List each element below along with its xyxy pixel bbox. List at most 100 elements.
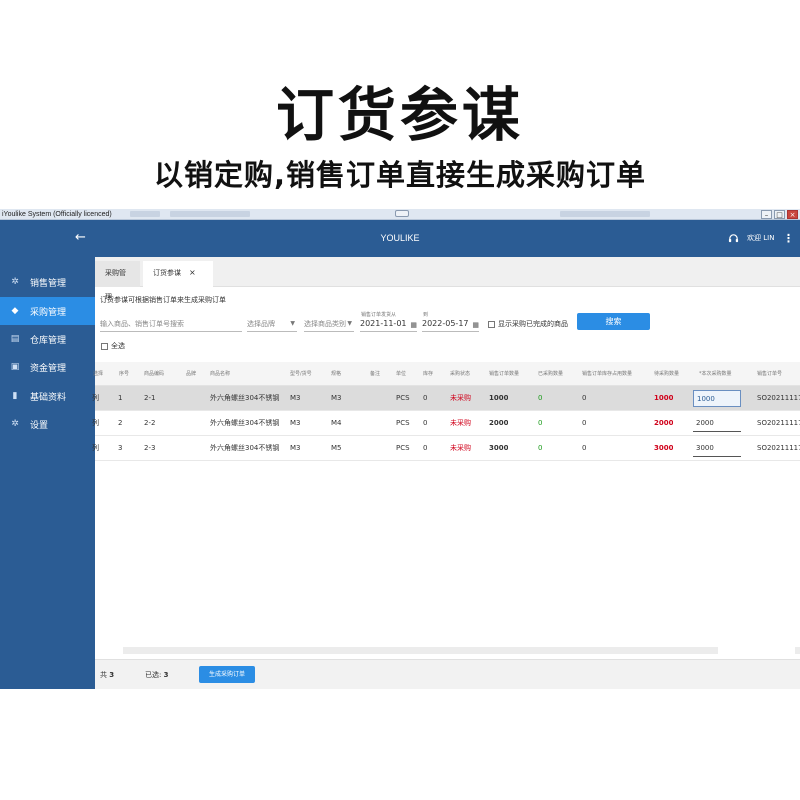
column-header: 选择 bbox=[93, 371, 104, 377]
headset-icon[interactable] bbox=[728, 233, 740, 245]
row-select[interactable]: 列 bbox=[92, 386, 99, 410]
window-titlebar: iYoulike System (Officially licenced) – … bbox=[0, 209, 800, 220]
welcome-user[interactable]: 欢迎 LIN bbox=[747, 220, 774, 257]
restore-icon[interactable] bbox=[395, 210, 409, 217]
close-button[interactable]: × bbox=[787, 210, 798, 219]
purchase-qty-input[interactable]: 3000 bbox=[693, 439, 741, 457]
tab-order-advisor[interactable]: 订货参谋 × bbox=[143, 261, 213, 287]
cell-code: 2-1 bbox=[144, 394, 156, 402]
date-from-input[interactable]: 2021-11-01 ▦ bbox=[360, 317, 417, 332]
titlebar-ghost-tab bbox=[170, 211, 250, 217]
sidebar: ✲ 销售管理 ◆ 采购管理 ▤ 仓库管理 ▣ 资金管理 ▮ 基础资料 ✲ 设置 bbox=[0, 257, 95, 689]
grid-footer: 共 3 已选: 3 生成采购订单 bbox=[95, 659, 800, 689]
cell-no: 2 bbox=[118, 419, 123, 427]
cell-spec: M4 bbox=[331, 419, 342, 427]
cell-reserved: 0 bbox=[582, 419, 587, 427]
cell-pending: 1000 bbox=[654, 394, 674, 402]
column-header: 商品名称 bbox=[210, 371, 231, 377]
row-select[interactable]: 列 bbox=[92, 436, 99, 460]
total-value: 3 bbox=[109, 671, 115, 679]
column-header: 品牌 bbox=[186, 371, 197, 377]
cell-purchased: 0 bbox=[538, 419, 543, 427]
column-header: 备注 bbox=[370, 371, 381, 377]
category-select[interactable]: 选择商品类别 ▼ bbox=[304, 317, 354, 332]
column-header: 待采购数量 bbox=[654, 371, 680, 377]
sidebar-item-basic-data[interactable]: ▮ 基础资料 bbox=[0, 382, 95, 410]
table-row[interactable]: 列 2 2-2 外六角螺丝304不锈钢 M3 M4 PCS 0 未采购 2000… bbox=[92, 411, 800, 436]
sidebar-item-finance[interactable]: ▣ 资金管理 bbox=[0, 353, 95, 381]
scrollbar-end[interactable] bbox=[795, 647, 800, 654]
chevron-down-icon: ▼ bbox=[347, 320, 352, 327]
search-input[interactable]: 输入商品、销售订单号搜索 bbox=[100, 317, 242, 332]
titlebar-ghost-tab bbox=[130, 211, 160, 217]
cell-name: 外六角螺丝304不锈钢 bbox=[210, 394, 280, 402]
cell-this-qty: 3000 bbox=[693, 436, 741, 460]
cell-order-no[interactable]: SO20211117 bbox=[757, 436, 800, 460]
purchase-qty-input[interactable]: 1000 bbox=[693, 389, 741, 407]
table-row[interactable]: 列 1 2-1 外六角螺丝304不锈钢 M3 M3 PCS 0 未采购 1000… bbox=[92, 386, 800, 411]
purchase-qty-input[interactable]: 2000 bbox=[693, 414, 741, 432]
cell-status: 未采购 bbox=[450, 394, 471, 402]
show-completed-label: 显示采购已完成的商品 bbox=[498, 320, 568, 328]
settings-icon: ✲ bbox=[11, 419, 19, 429]
cell-order-no[interactable]: SO20211117 bbox=[757, 386, 800, 410]
cell-code: 2-2 bbox=[144, 419, 156, 427]
sidebar-item-label: 基础资料 bbox=[30, 392, 67, 403]
checkbox[interactable] bbox=[488, 320, 495, 328]
cell-order-no[interactable]: SO20211117 bbox=[757, 411, 800, 435]
banner-subtitle: 以销定购,销售订单直接生成采购订单 bbox=[153, 158, 647, 192]
top-bar: ← YOULIKE 欢迎 LIN ⋮ bbox=[0, 220, 800, 257]
category-select-placeholder: 选择商品类别 bbox=[304, 320, 346, 328]
calendar-icon[interactable]: ▦ bbox=[410, 318, 417, 332]
cell-purchased: 0 bbox=[538, 394, 543, 402]
sidebar-item-warehouse[interactable]: ▤ 仓库管理 bbox=[0, 325, 95, 353]
main-content: 采购管理 订货参谋 × 订货参谋可根据销售订单来生成采购订单 输入商品、销售订单号… bbox=[92, 257, 800, 689]
cell-stock: 0 bbox=[423, 394, 428, 402]
sidebar-item-purchase[interactable]: ◆ 采购管理 bbox=[0, 297, 95, 325]
tab-label: 订货参谋 bbox=[153, 269, 181, 277]
brand-select-placeholder: 选择品牌 bbox=[247, 320, 275, 328]
grid-header: 选择 序号 商品编码 品牌 商品名称 型号/货号 规格 备注 单位 库存 采购状… bbox=[93, 362, 800, 386]
show-completed-toggle[interactable]: 显示采购已完成的商品 bbox=[488, 319, 568, 329]
cell-reserved: 0 bbox=[582, 394, 587, 402]
date-from-value: 2021-11-01 bbox=[360, 319, 407, 328]
date-to-input[interactable]: 2022-05-17 ▦ bbox=[422, 317, 479, 332]
table-row[interactable]: 列 3 2-3 外六角螺丝304不锈钢 M3 M5 PCS 0 未采购 3000… bbox=[92, 436, 800, 461]
sidebar-item-label: 销售管理 bbox=[30, 278, 67, 289]
cell-sales-qty: 2000 bbox=[489, 419, 509, 427]
checkbox[interactable] bbox=[101, 342, 108, 350]
cell-pending: 3000 bbox=[654, 444, 674, 452]
row-select[interactable]: 列 bbox=[92, 411, 99, 435]
sidebar-item-settings[interactable]: ✲ 设置 bbox=[0, 410, 95, 438]
tab-bar: 采购管理 订货参谋 × bbox=[95, 257, 800, 301]
horizontal-scrollbar[interactable] bbox=[123, 647, 718, 654]
close-icon[interactable]: × bbox=[189, 268, 196, 277]
chevron-down-icon: ▼ bbox=[290, 320, 295, 327]
cell-purchased: 0 bbox=[538, 444, 543, 452]
total-label: 共 bbox=[100, 671, 107, 679]
search-button[interactable]: 搜索 bbox=[577, 313, 650, 330]
column-header: 销售订单号 bbox=[757, 371, 783, 377]
cell-spec: M5 bbox=[331, 444, 342, 452]
cell-unit: PCS bbox=[396, 394, 410, 402]
cell-sales-qty: 3000 bbox=[489, 444, 509, 452]
more-menu-icon[interactable]: ⋮ bbox=[783, 220, 794, 257]
minimize-button[interactable]: – bbox=[761, 210, 772, 219]
date-to-value: 2022-05-17 bbox=[422, 319, 469, 328]
select-all-toggle[interactable]: 全选 bbox=[101, 341, 125, 351]
window-controls: – □ × bbox=[761, 210, 798, 219]
warehouse-icon: ▤ bbox=[10, 334, 20, 344]
select-all-label: 全选 bbox=[111, 342, 125, 350]
calendar-icon[interactable]: ▦ bbox=[472, 318, 479, 332]
cell-reserved: 0 bbox=[582, 444, 587, 452]
column-header: 型号/货号 bbox=[290, 371, 312, 377]
generate-purchase-order-button[interactable]: 生成采购订单 bbox=[199, 666, 255, 683]
sidebar-item-sales[interactable]: ✲ 销售管理 bbox=[0, 268, 95, 296]
app-name: YOULIKE bbox=[380, 233, 420, 243]
maximize-button[interactable]: □ bbox=[774, 210, 785, 219]
brand-select[interactable]: 选择品牌 ▼ bbox=[247, 317, 297, 332]
cell-this-qty: 1000 bbox=[693, 386, 741, 410]
sidebar-item-label: 设置 bbox=[30, 420, 49, 431]
tab-purchase-management[interactable]: 采购管理 bbox=[95, 261, 140, 301]
column-header: 已采购数量 bbox=[538, 371, 564, 377]
